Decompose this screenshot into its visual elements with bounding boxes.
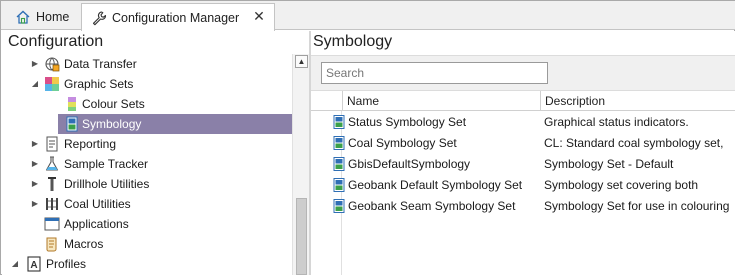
- reporting-icon: [44, 136, 60, 152]
- colour-sets-icon: [64, 96, 80, 112]
- tree-item-label: Symbology: [82, 117, 142, 131]
- profiles-icon: A: [26, 256, 42, 272]
- row-name: GbisDefaultSymbology: [348, 157, 471, 171]
- table-row[interactable]: Geobank Seam Symbology Set Symbology Set…: [311, 196, 735, 217]
- symbology-set-icon: [332, 178, 346, 192]
- graphic-sets-icon: [44, 76, 60, 92]
- column-header-icon: [311, 91, 342, 111]
- tree-item-label: Coal Utilities: [64, 197, 131, 211]
- symbology-set-icon: [332, 199, 346, 213]
- application-window: Home Configuration Manager ✕ Configurati…: [0, 0, 735, 275]
- globe-transfer-icon: [44, 56, 60, 72]
- tree-item-symbology[interactable]: Symbology: [58, 114, 292, 134]
- tree-item-label: Applications: [64, 217, 129, 231]
- tree-item-reporting[interactable]: ▶ Reporting: [2, 134, 292, 154]
- table-row[interactable]: GbisDefaultSymbology Symbology Set - Def…: [311, 154, 735, 175]
- close-tab-icon[interactable]: ✕: [252, 9, 266, 23]
- collapse-arrow-icon[interactable]: ◢: [10, 259, 20, 269]
- symbology-grid: Name Description Status Symbology Set Gr…: [311, 91, 735, 275]
- tree-item-label: Macros: [64, 237, 104, 251]
- document-tab-strip: Home Configuration Manager ✕: [1, 1, 735, 31]
- table-row[interactable]: Coal Symbology Set CL: Standard coal sym…: [311, 133, 735, 154]
- row-name: Geobank Seam Symbology Set: [348, 199, 516, 213]
- row-description: Graphical status indicators.: [544, 115, 689, 129]
- symbology-set-icon: [332, 157, 346, 171]
- tree-item-label: Sample Tracker: [64, 157, 149, 171]
- tree-item-graphic-sets[interactable]: ◢ Graphic Sets: [2, 74, 292, 94]
- home-icon: [14, 8, 32, 26]
- wrench-icon: [90, 9, 108, 27]
- expand-arrow-icon[interactable]: ▶: [30, 159, 40, 169]
- svg-text:A: A: [30, 260, 37, 271]
- tree-item-label: Colour Sets: [82, 97, 145, 111]
- row-name: Status Symbology Set: [348, 115, 467, 129]
- scrollbar-thumb[interactable]: [296, 198, 307, 275]
- configuration-title: Configuration: [8, 33, 104, 50]
- tree-item-label: Drillhole Utilities: [64, 177, 150, 191]
- tree-item-drillhole-utilities[interactable]: ▶ Drillhole Utilities: [2, 174, 292, 194]
- tab-configuration-manager-label: Configuration Manager: [112, 10, 240, 25]
- tree-item-sample-tracker[interactable]: ▶ Sample Tracker: [2, 154, 292, 174]
- tree-item-coal-utilities[interactable]: ▶ Coal Utilities: [2, 194, 292, 214]
- configuration-tree: ▶ Data Transfer ◢ Graphic Sets Colour Se…: [2, 54, 292, 275]
- symbology-title: Symbology: [313, 33, 393, 50]
- configuration-pane: Configuration ▶ Data Transfer ◢ Graphic …: [2, 31, 309, 275]
- tree-item-macros[interactable]: Macros: [2, 234, 292, 254]
- tree-item-colour-sets[interactable]: Colour Sets: [2, 94, 292, 114]
- row-description: Symbology Set - Default: [544, 157, 674, 171]
- symbology-set-icon: [332, 136, 346, 150]
- table-row[interactable]: Status Symbology Set Graphical status in…: [311, 112, 735, 133]
- symbology-icon: [64, 116, 80, 132]
- scroll-icon: [44, 236, 60, 252]
- expand-arrow-icon[interactable]: ▶: [30, 139, 40, 149]
- row-name: Geobank Default Symbology Set: [348, 178, 523, 192]
- expand-arrow-icon[interactable]: ▶: [30, 59, 40, 69]
- expand-arrow-icon[interactable]: ▶: [30, 179, 40, 189]
- tree-item-label: Data Transfer: [64, 57, 137, 71]
- scroll-up-icon[interactable]: ▲: [295, 55, 308, 68]
- tree-item-label: Profiles: [46, 257, 87, 271]
- row-description: CL: Standard coal symbology set,: [544, 136, 724, 150]
- row-description: Symbology set covering both: [544, 178, 699, 192]
- tree-vertical-scrollbar[interactable]: ▲: [292, 54, 309, 275]
- tree-item-profiles[interactable]: ◢ A Profiles: [2, 254, 292, 274]
- row-description: Symbology Set for use in colouring: [544, 199, 730, 213]
- applications-icon: [44, 216, 60, 232]
- expand-arrow-icon[interactable]: ▶: [30, 199, 40, 209]
- column-header-description[interactable]: Description: [540, 91, 735, 111]
- tab-home[interactable]: Home: [5, 3, 78, 30]
- tree-item-applications[interactable]: Applications: [2, 214, 292, 234]
- tree-item-data-transfer[interactable]: ▶ Data Transfer: [2, 54, 292, 74]
- symbology-set-icon: [332, 115, 346, 129]
- table-row[interactable]: Geobank Default Symbology Set Symbology …: [311, 175, 735, 196]
- search-input[interactable]: [321, 62, 548, 84]
- tab-configuration-manager[interactable]: Configuration Manager ✕: [81, 3, 275, 31]
- collapse-arrow-icon[interactable]: ◢: [30, 79, 40, 89]
- tree-item-label: Reporting: [64, 137, 117, 151]
- search-bar: [311, 55, 735, 91]
- symbology-pane: Symbology Name Description Status Symbol…: [311, 31, 735, 275]
- column-header-name[interactable]: Name: [342, 91, 540, 111]
- tab-home-label: Home: [36, 9, 70, 24]
- drillhole-icon: [44, 176, 60, 192]
- row-name: Coal Symbology Set: [348, 136, 457, 150]
- grid-header: Name Description: [311, 91, 735, 111]
- coal-icon: [44, 196, 60, 212]
- flask-icon: [44, 156, 60, 172]
- tree-item-label: Graphic Sets: [64, 77, 134, 91]
